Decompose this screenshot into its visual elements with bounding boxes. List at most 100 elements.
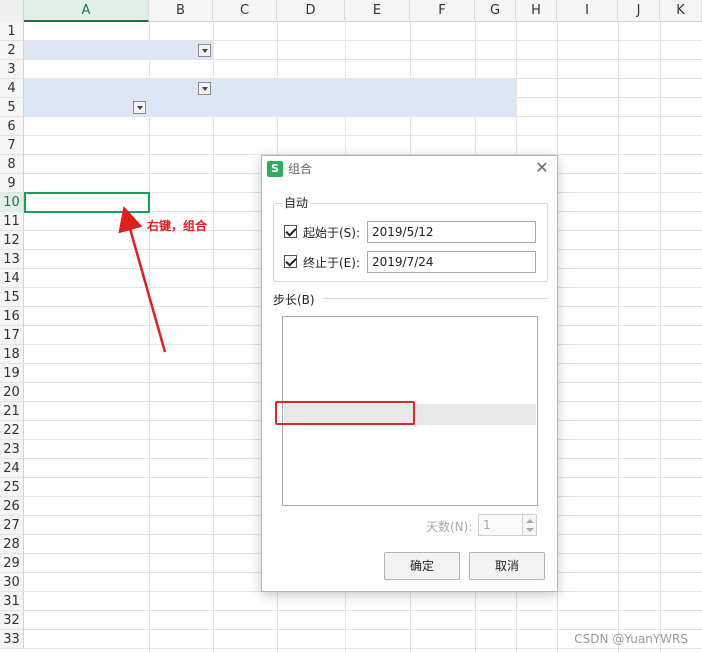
value-cell[interactable] [213,136,277,155]
value-cell[interactable] [410,611,475,630]
row-header-11[interactable]: 11 [0,212,24,231]
date-cell[interactable] [24,136,149,155]
date-cell[interactable] [24,459,149,478]
value-cell[interactable] [213,117,277,136]
column-field-dropdown-icon[interactable] [198,82,211,95]
column-header-h[interactable]: H [516,0,557,22]
row-header-25[interactable]: 25 [0,478,24,497]
value-cell[interactable] [277,136,345,155]
row-header-1[interactable]: 1 [0,22,24,41]
value-cell[interactable] [410,592,475,611]
date-cell[interactable] [24,269,149,288]
end-input[interactable]: 2019/7/24 [367,251,536,273]
value-cell[interactable] [475,630,516,649]
value-cell[interactable] [149,269,213,288]
row-header-32[interactable]: 32 [0,611,24,630]
row-header-4[interactable]: 4 [0,79,24,98]
value-cell[interactable] [149,573,213,592]
value-cell[interactable] [149,421,213,440]
date-cell[interactable] [24,231,149,250]
date-cell[interactable] [24,345,149,364]
value-cell[interactable] [149,383,213,402]
row-header-14[interactable]: 14 [0,269,24,288]
spinner-down-icon[interactable] [526,528,534,532]
row-header-2[interactable]: 2 [0,41,24,60]
step-item[interactable] [284,446,536,467]
column-header-i[interactable]: I [557,0,618,22]
column-header-k[interactable]: K [660,0,702,22]
date-cell[interactable] [24,250,149,269]
value-cell[interactable] [475,592,516,611]
date-cell[interactable] [24,554,149,573]
date-cell[interactable] [24,592,149,611]
value-cell[interactable] [277,592,345,611]
row-header-7[interactable]: 7 [0,136,24,155]
row-header-33[interactable]: 33 [0,630,24,649]
column-header-a[interactable]: A [24,0,149,22]
value-cell[interactable] [149,478,213,497]
row-header-30[interactable]: 30 [0,573,24,592]
value-cell[interactable] [149,364,213,383]
close-icon[interactable]: ✕ [533,159,551,177]
row-header-5[interactable]: 5 [0,98,24,117]
date-cell[interactable] [24,440,149,459]
date-cell[interactable] [24,288,149,307]
days-spinner[interactable] [522,514,537,536]
column-header-j[interactable]: J [618,0,660,22]
value-cell[interactable] [213,611,277,630]
date-cell[interactable] [24,326,149,345]
row-header-21[interactable]: 21 [0,402,24,421]
value-cell[interactable] [213,592,277,611]
value-cell[interactable] [345,136,410,155]
value-cell[interactable] [475,611,516,630]
date-cell[interactable] [24,421,149,440]
value-cell[interactable] [213,630,277,649]
row-header-27[interactable]: 27 [0,516,24,535]
date-cell[interactable] [24,630,149,649]
date-cell[interactable] [24,402,149,421]
end-checkbox[interactable] [284,255,297,268]
row-header-29[interactable]: 29 [0,554,24,573]
ok-button[interactable]: 确定 [384,552,460,580]
row-header-24[interactable]: 24 [0,459,24,478]
date-cell[interactable] [24,364,149,383]
date-cell[interactable] [24,155,149,174]
value-cell[interactable] [149,611,213,630]
date-cell[interactable] [24,307,149,326]
row-header-17[interactable]: 17 [0,326,24,345]
dialog-title-bar[interactable]: S 组合 ✕ [262,156,557,182]
value-cell[interactable] [149,497,213,516]
date-cell[interactable] [24,383,149,402]
value-cell[interactable] [149,117,213,136]
value-cell[interactable] [149,554,213,573]
value-cell[interactable] [475,136,516,155]
select-all-corner[interactable] [0,0,24,22]
start-input[interactable]: 2019/5/12 [367,221,536,243]
value-cell[interactable] [149,193,213,212]
value-cell[interactable] [277,117,345,136]
filter-dropdown-icon[interactable] [198,44,211,57]
row-header-18[interactable]: 18 [0,345,24,364]
row-header-19[interactable]: 19 [0,364,24,383]
start-checkbox[interactable] [284,225,297,238]
row-header-13[interactable]: 13 [0,250,24,269]
row-header-31[interactable]: 31 [0,592,24,611]
value-cell[interactable] [149,592,213,611]
days-input[interactable]: 1 [478,514,523,536]
row-header-10[interactable]: 10 [0,193,24,212]
value-cell[interactable] [149,155,213,174]
column-header-d[interactable]: D [277,0,345,22]
row-header-12[interactable]: 12 [0,231,24,250]
value-cell[interactable] [410,117,475,136]
value-cell[interactable] [149,136,213,155]
value-cell[interactable] [149,440,213,459]
column-header-c[interactable]: C [213,0,277,22]
date-cell[interactable] [24,516,149,535]
value-cell[interactable] [149,326,213,345]
column-header-b[interactable]: B [149,0,213,22]
date-cell[interactable] [24,478,149,497]
group-dialog[interactable]: S 组合 ✕ 自动 起始于(S): 2019/5/12 终止于(E): 2019… [261,155,558,592]
value-cell[interactable] [149,402,213,421]
date-cell[interactable] [24,497,149,516]
row-header-3[interactable]: 3 [0,60,24,79]
